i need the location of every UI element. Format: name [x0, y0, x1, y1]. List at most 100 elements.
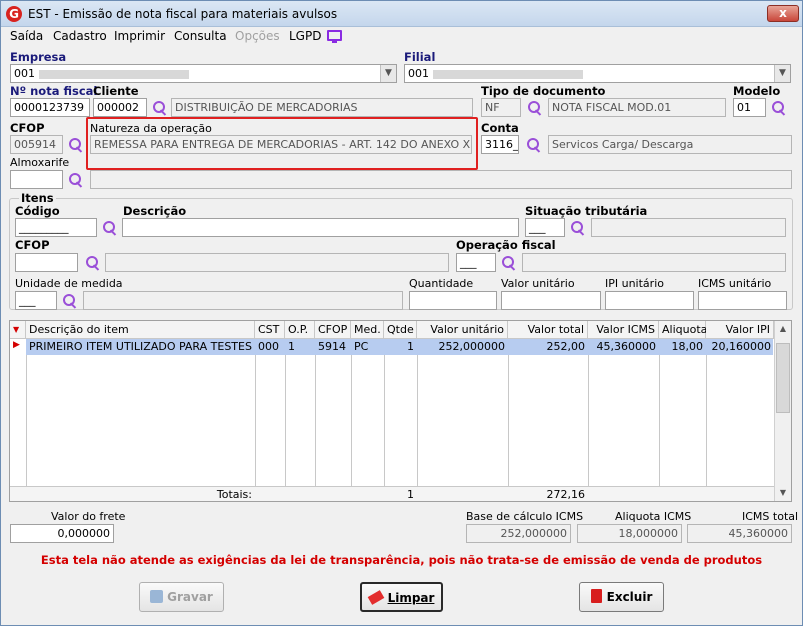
tipo-doc-code-field[interactable]: NF: [481, 98, 521, 117]
cell-op[interactable]: 1: [285, 339, 315, 355]
modelo-field[interactable]: 01: [733, 98, 766, 117]
empresa-label: Empresa: [10, 50, 67, 64]
codigo-field[interactable]: _________: [15, 218, 97, 237]
menu-imprimir[interactable]: Imprimir: [114, 29, 165, 43]
col-header[interactable]: Descrição do item: [26, 321, 255, 339]
trash-icon: [590, 589, 602, 603]
nota-field[interactable]: 0000123739: [10, 98, 90, 117]
frete-field[interactable]: 0,000000: [10, 524, 114, 543]
cfop-label: CFOP: [10, 121, 45, 135]
sit-trib-field[interactable]: ___: [525, 218, 565, 237]
filial-select[interactable]: 001 ▼: [404, 64, 791, 83]
itens-group-label: Itens: [19, 191, 56, 205]
op-fiscal-desc-field: [522, 253, 786, 272]
scroll-up-icon[interactable]: ▲: [775, 321, 791, 337]
col-header[interactable]: CFOP: [315, 321, 351, 339]
items-grid[interactable]: ▼ Descrição do item CST O.P. CFOP Med. Q…: [9, 320, 792, 502]
menu-saida[interactable]: Saída: [10, 29, 43, 43]
totals-qtde: 1: [407, 488, 414, 501]
excluir-button[interactable]: Excluir: [579, 582, 664, 612]
search-icon[interactable]: [501, 255, 517, 271]
item-cfop-desc-field: [105, 253, 449, 272]
search-icon[interactable]: [85, 255, 101, 271]
col-header[interactable]: Valor ICMS: [588, 321, 659, 339]
op-fiscal-label: Operação fiscal: [456, 238, 556, 252]
cell-med[interactable]: PC: [351, 339, 384, 355]
search-icon[interactable]: [102, 220, 118, 236]
cliente-name-field: DISTRIBUIÇÃO DE MERCADORIAS: [171, 98, 473, 117]
cell-valor-ipi[interactable]: 20,160000: [706, 339, 774, 355]
tipo-doc-name-field: NOTA FISCAL MOD.01: [548, 98, 726, 117]
conta-code-field[interactable]: 3116_: [481, 135, 519, 154]
menu-lgpd[interactable]: LGPD: [289, 29, 321, 43]
op-fiscal-field[interactable]: ___: [456, 253, 496, 272]
cell-valor-total[interactable]: 252,00: [508, 339, 588, 355]
chevron-down-icon[interactable]: ▼: [774, 65, 790, 82]
limpar-button[interactable]: Limpar: [360, 582, 443, 612]
menu-opcoes: Opções: [235, 29, 280, 43]
codigo-label: Código: [15, 204, 60, 218]
col-header[interactable]: Valor unitário: [417, 321, 508, 339]
cell-descricao[interactable]: PRIMEIRO ITEM UTILIZADO PARA TESTES: [26, 339, 255, 355]
monitor-icon[interactable]: [327, 30, 342, 43]
menu-cadastro[interactable]: Cadastro: [53, 29, 107, 43]
search-icon[interactable]: [152, 100, 168, 116]
warning-message: Esta tela não atende as exigências da le…: [40, 553, 763, 567]
menu-bar: Saída Cadastro Imprimir Consulta Opções …: [1, 27, 802, 47]
descricao-label: Descrição: [123, 204, 187, 218]
scroll-down-icon[interactable]: ▼: [775, 485, 791, 501]
cell-cfop[interactable]: 5914: [315, 339, 351, 355]
search-icon[interactable]: [62, 293, 78, 309]
vertical-scrollbar[interactable]: ▲ ▼: [774, 321, 791, 501]
totals-valor-total: 272,16: [546, 488, 586, 501]
base-icms-field: 252,000000: [466, 524, 571, 543]
col-header[interactable]: CST: [255, 321, 285, 339]
descricao-field[interactable]: [122, 218, 519, 237]
tipo-doc-label: Tipo de documento: [481, 84, 606, 98]
almoxarife-label: Almoxarife: [10, 156, 70, 169]
scroll-thumb[interactable]: [776, 343, 790, 413]
cell-qtde[interactable]: 1: [384, 339, 417, 355]
icms-unit-field[interactable]: [698, 291, 787, 310]
sort-indicator-icon[interactable]: ▼: [10, 321, 26, 339]
cliente-label: Cliente: [93, 84, 139, 98]
col-header[interactable]: Valor total: [508, 321, 588, 339]
unidade-field[interactable]: ___: [15, 291, 57, 310]
app-logo-icon: G: [6, 6, 22, 22]
col-header[interactable]: Valor IPI: [706, 321, 774, 339]
close-button[interactable]: x: [767, 5, 799, 22]
base-icms-label: Base de cálculo ICMS: [466, 510, 584, 523]
unidade-label: Unidade de medida: [15, 277, 123, 290]
search-icon[interactable]: [526, 137, 542, 153]
menu-consulta[interactable]: Consulta: [174, 29, 227, 43]
cell-aliquota[interactable]: 18,00: [659, 339, 706, 355]
frete-label: Valor do frete: [51, 510, 126, 523]
search-icon[interactable]: [570, 220, 586, 236]
cfop-field[interactable]: 005914: [10, 135, 63, 154]
cliente-code-field[interactable]: 000002: [93, 98, 147, 117]
cell-valor-unitario[interactable]: 252,000000: [417, 339, 508, 355]
save-icon: [150, 590, 164, 603]
almoxarife-field[interactable]: [10, 170, 63, 189]
col-header[interactable]: O.P.: [285, 321, 315, 339]
col-header[interactable]: Aliquota: [659, 321, 707, 339]
almoxarife-name-field: [90, 170, 792, 189]
modelo-label: Modelo: [733, 84, 781, 98]
col-header[interactable]: Qtde: [384, 321, 417, 339]
natureza-label: Natureza da operação: [90, 122, 212, 135]
gravar-button[interactable]: Gravar: [139, 582, 224, 612]
eraser-icon: [367, 590, 384, 605]
cell-cst[interactable]: 000: [255, 339, 285, 355]
search-icon[interactable]: [68, 172, 84, 188]
col-header[interactable]: Med.: [351, 321, 384, 339]
valor-unit-field[interactable]: [501, 291, 601, 310]
item-cfop-field[interactable]: [15, 253, 78, 272]
cell-valor-icms[interactable]: 45,360000: [588, 339, 659, 355]
quantidade-field[interactable]: [409, 291, 497, 310]
chevron-down-icon[interactable]: ▼: [380, 65, 396, 82]
empresa-select[interactable]: 001 ▼: [10, 64, 397, 83]
search-icon[interactable]: [771, 100, 787, 116]
ipi-unit-field[interactable]: [605, 291, 694, 310]
search-icon[interactable]: [527, 100, 543, 116]
search-icon[interactable]: [68, 137, 84, 153]
